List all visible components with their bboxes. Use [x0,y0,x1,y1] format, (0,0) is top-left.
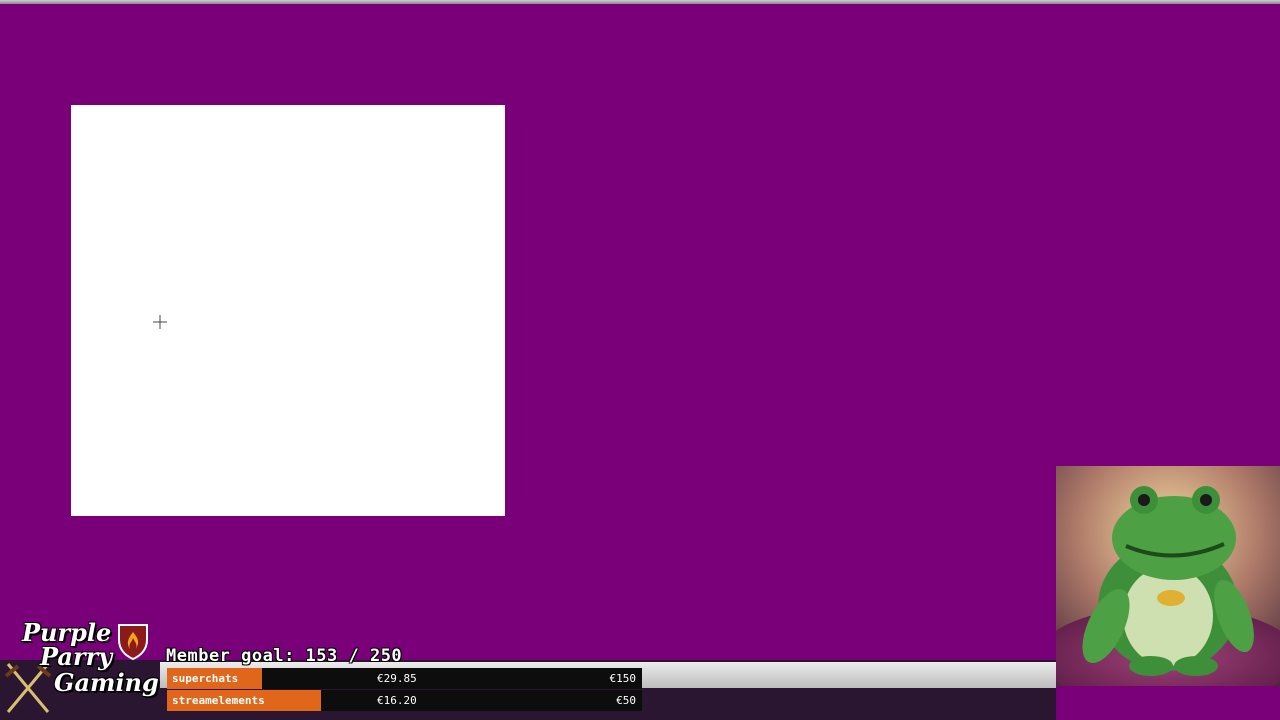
goal-target: €150 [609,672,637,685]
goal-amount: €29.85 [377,672,417,685]
goal-label: streamelements [172,694,265,707]
channel-logo: Purple Parry Gaming [4,618,164,718]
frog-figure-image [1056,466,1280,686]
goal-row-streamelements: streamelements €16.20 €50 [167,690,642,711]
goal-row-superchats: superchats €29.85 €150 [167,668,642,689]
logo-text-line2: Parry [40,642,113,671]
member-goal-text: Member goal: 153 / 250 [166,646,403,666]
crosshair-icon [152,314,168,330]
logo-text-line3: Gaming [54,668,159,697]
top-border [0,0,1280,4]
flame-shield-icon [118,624,148,660]
blank-content-panel[interactable] [71,105,505,516]
goal-label: superchats [172,672,239,685]
webcam-feed [1056,466,1280,686]
goal-amount: €16.20 [377,694,417,707]
goal-target: €50 [616,694,636,707]
